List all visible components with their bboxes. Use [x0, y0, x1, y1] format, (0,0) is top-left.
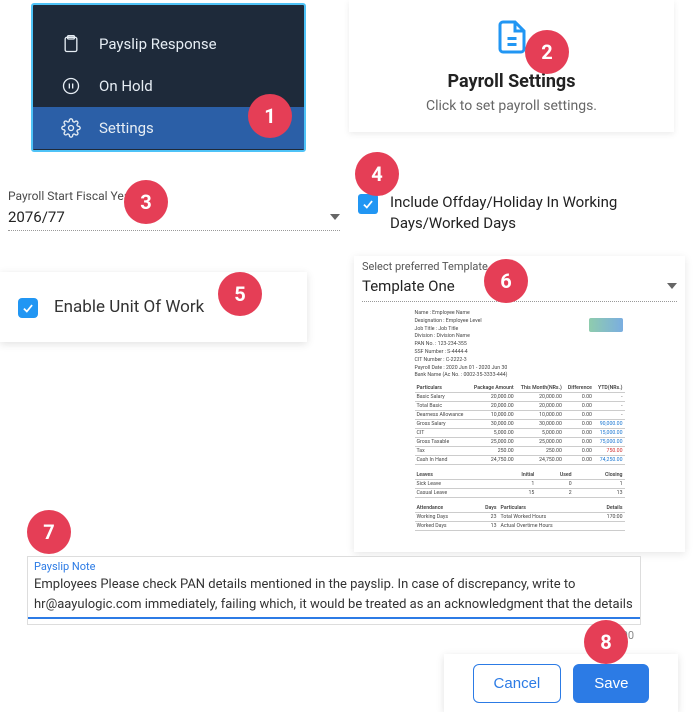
chevron-down-icon: [330, 214, 340, 220]
fiscal-year-select[interactable]: Payroll Start Fiscal Year 2076/77: [8, 185, 340, 231]
payroll-settings-subtitle: Click to set payroll settings.: [426, 98, 597, 114]
step-badge-7: 7: [27, 510, 71, 554]
enable-unit-checkbox[interactable]: [18, 298, 38, 318]
enable-unit-row: Enable Unit Of Work: [0, 272, 307, 342]
payroll-settings-card[interactable]: Payroll Settings Click to set payroll se…: [349, 0, 674, 132]
sidebar-item-label: Payslip Response: [99, 35, 217, 53]
chevron-down-icon: [667, 283, 677, 289]
include-offday-label: Include Offday/Holiday In Working Days/W…: [390, 192, 688, 234]
gear-icon: [61, 118, 81, 138]
save-button[interactable]: Save: [573, 664, 649, 703]
sidebar-item-label: Settings: [99, 119, 154, 137]
template-preview: Name : Employee NameDesignation : Employ…: [415, 310, 625, 531]
template-select-value: Template One: [362, 277, 455, 295]
pause-circle-icon: [61, 76, 81, 96]
payslip-note-textarea[interactable]: [28, 573, 640, 619]
step-badge-4: 4: [355, 152, 399, 196]
step-badge-2: 2: [525, 30, 569, 74]
step-badge-6: 6: [484, 259, 528, 303]
payslip-note-label: Payslip Note: [28, 557, 640, 573]
step-badge-3: 3: [124, 180, 168, 224]
payroll-settings-title: Payroll Settings: [448, 71, 576, 92]
clipboard-icon: [61, 34, 81, 54]
sidebar-item-payslip-response[interactable]: Payslip Response: [33, 23, 304, 65]
template-panel: Select preferred Template Template One N…: [354, 256, 685, 552]
include-offday-checkbox[interactable]: [358, 194, 378, 214]
cancel-button[interactable]: Cancel: [473, 664, 562, 703]
step-badge-8: 8: [584, 620, 628, 664]
action-buttons: Cancel Save: [444, 654, 678, 712]
payslip-note-panel: Payslip Note 214 / 600: [27, 556, 641, 625]
company-logo: [589, 318, 623, 332]
step-badge-5: 5: [218, 272, 262, 316]
sidebar-item-label: On Hold: [99, 77, 153, 95]
include-offday-row: Include Offday/Holiday In Working Days/W…: [358, 192, 688, 234]
step-badge-1: 1: [248, 94, 292, 138]
fiscal-year-label: Payroll Start Fiscal Year: [8, 189, 134, 203]
fiscal-year-value: 2076/77: [8, 208, 65, 226]
enable-unit-label: Enable Unit Of Work: [54, 297, 204, 317]
